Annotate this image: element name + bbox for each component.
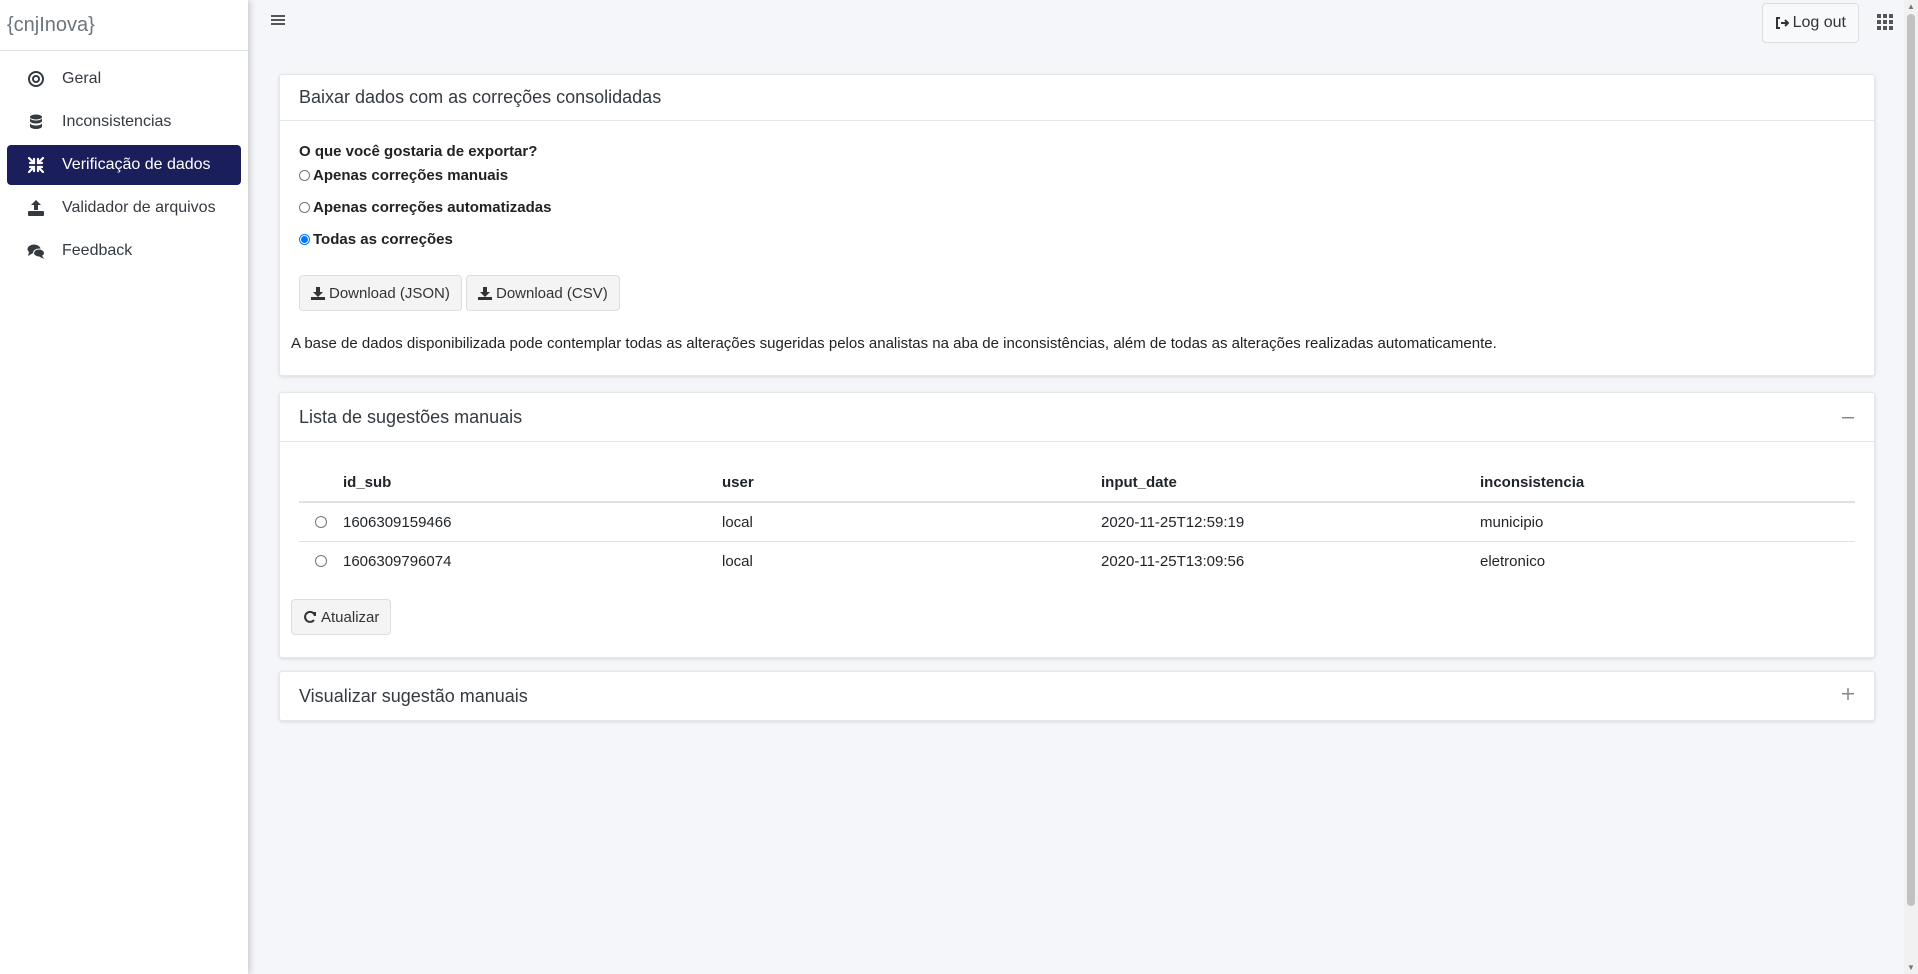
suggestions-table: id_sub user input_date inconsistencia 16…	[299, 463, 1855, 580]
table-cell: local	[722, 552, 753, 570]
suggestions-card-header: Lista de sugestões manuais	[280, 393, 1874, 442]
table-cell: 2020-11-25T13:09:56	[1101, 552, 1245, 570]
radio-label: Todas as correções	[313, 231, 453, 248]
export-info-text: A base de dados disponibilizada pode con…	[291, 335, 1497, 352]
row-select-radio[interactable]	[315, 555, 327, 567]
refresh-button[interactable]: Atualizar	[291, 599, 392, 635]
radio-manual[interactable]: Apenas correções manuais	[299, 167, 508, 184]
suggestions-card: Lista de sugestões manuais id_sub user i…	[279, 392, 1875, 658]
menu-toggle-icon[interactable]	[268, 10, 288, 30]
radio-label: Apenas correções manuais	[313, 167, 509, 184]
sidebar-item-label: Validador de arquivos	[62, 199, 216, 216]
column-header[interactable]: inconsistencia	[1480, 474, 1855, 491]
table-cell: 1606309159466	[343, 513, 452, 531]
sidebar-item-verificacao[interactable]: Verificação de dados	[7, 145, 241, 185]
suggestions-card-title: Lista de sugestões manuais	[299, 406, 523, 427]
view-suggestion-card-title: Visualizar sugestão manuais	[299, 685, 528, 706]
radio-button[interactable]	[299, 170, 310, 181]
upload-icon	[27, 199, 45, 217]
refresh-label: Atualizar	[321, 608, 380, 626]
scroll-down-icon[interactable]: ▼	[1907, 963, 1915, 972]
table-cell: 2020-11-25T12:59:19	[1101, 513, 1245, 531]
sidebar-item-geral[interactable]: Geral	[7, 59, 241, 99]
download-csv-button[interactable]: Download (CSV)	[466, 275, 620, 311]
apps-grid-icon[interactable]	[1876, 13, 1894, 31]
radio-label: Apenas correções automatizadas	[313, 199, 552, 216]
radio-automated[interactable]: Apenas correções automatizadas	[299, 199, 551, 216]
logout-button[interactable]: Log out	[1761, 3, 1859, 43]
refresh-icon	[304, 610, 316, 623]
logout-label: Log out	[1792, 14, 1846, 31]
sidebar-item-label: Inconsistencias	[62, 113, 172, 130]
download-icon	[478, 287, 492, 300]
table-cell: 1606309796074	[343, 552, 452, 570]
target-icon	[27, 70, 45, 88]
sidebar-item-validador[interactable]: Validador de arquivos	[7, 188, 241, 228]
sidebar-item-feedback[interactable]: Feedback	[7, 231, 241, 271]
view-suggestion-card-header: Visualizar sugestão manuais	[280, 672, 1874, 720]
scrollbar-thumb[interactable]	[1907, 14, 1915, 906]
view-suggestion-card: Visualizar sugestão manuais	[279, 671, 1875, 721]
compress-arrows-icon	[27, 156, 45, 174]
row-select-radio[interactable]	[315, 516, 327, 528]
sidebar-nav: Geral Inconsistencias Verificação de dad…	[0, 51, 248, 282]
column-header[interactable]: user	[722, 474, 1101, 491]
export-card: Baixar dados com as correções consolidad…	[279, 74, 1875, 376]
expand-plus-icon[interactable]	[1840, 686, 1856, 702]
table-header-row: id_sub user input_date inconsistencia	[299, 463, 1855, 503]
table-cell: local	[722, 513, 753, 531]
radio-button-checked[interactable]	[299, 234, 310, 245]
sidebar-item-label: Feedback	[62, 242, 133, 259]
page-scrollbar[interactable]: ▲ ▼	[1904, 0, 1918, 974]
column-header[interactable]: input_date	[1101, 474, 1480, 491]
database-icon	[27, 113, 45, 131]
export-card-title: Baixar dados com as correções consolidad…	[280, 75, 1874, 121]
scroll-up-icon[interactable]: ▲	[1907, 2, 1915, 11]
table-row[interactable]: 1606309159466 local 2020-11-25T12:59:19 …	[299, 503, 1855, 542]
download-csv-label: Download (CSV)	[496, 284, 608, 302]
sign-out-icon	[1775, 17, 1789, 29]
table-cell: municipio	[1480, 513, 1544, 531]
sidebar-item-label: Verificação de dados	[62, 156, 211, 173]
collapse-minus-icon[interactable]	[1840, 407, 1856, 423]
sidebar: {cnjInova} Geral Inconsistencias Verific…	[0, 0, 248, 974]
comments-icon	[27, 242, 45, 260]
brand-logo[interactable]: {cnjInova}	[0, 0, 248, 51]
sidebar-item-label: Geral	[62, 70, 102, 87]
download-json-label: Download (JSON)	[329, 284, 450, 302]
table-cell: eletronico	[1480, 552, 1546, 570]
table-row[interactable]: 1606309796074 local 2020-11-25T13:09:56 …	[299, 542, 1855, 580]
export-question: O que você gostaria de exportar?	[299, 143, 538, 160]
top-navbar: Log out	[248, 0, 1904, 44]
column-header[interactable]: id_sub	[343, 474, 722, 491]
download-json-button[interactable]: Download (JSON)	[299, 275, 462, 311]
sidebar-item-inconsistencias[interactable]: Inconsistencias	[7, 102, 241, 142]
download-icon	[311, 287, 325, 300]
radio-all[interactable]: Todas as correções	[299, 231, 453, 248]
radio-button[interactable]	[299, 202, 310, 213]
